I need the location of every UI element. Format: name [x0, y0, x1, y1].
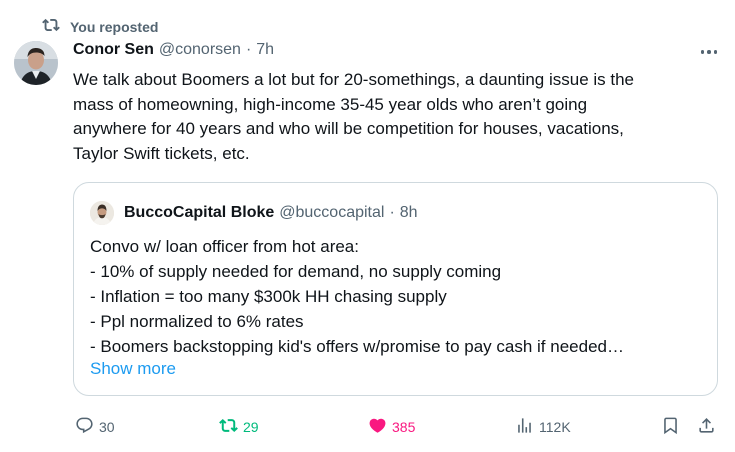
separator: ·: [245, 41, 252, 58]
quoted-text: Convo w/ loan officer from hot area: - 1…: [90, 237, 624, 356]
repost-indicator: You reposted: [42, 16, 158, 37]
repost-count: 29: [243, 419, 259, 435]
show-more-link[interactable]: Show more: [90, 359, 176, 379]
tweet-header: Conor Sen @conorsen · 7h: [73, 41, 274, 59]
tweet-time[interactable]: 7h: [256, 41, 274, 59]
heart-icon: [368, 416, 387, 438]
quoted-tweet[interactable]: BuccoCapital Bloke @buccocapital · 8h Co…: [73, 182, 718, 396]
quoted-author-name[interactable]: BuccoCapital Bloke: [124, 204, 274, 222]
author-handle[interactable]: @conorsen: [159, 41, 241, 59]
bookmark-icon: [661, 416, 680, 438]
views-icon: [515, 416, 534, 438]
more-options-icon[interactable]: [697, 42, 721, 62]
repost-icon: [42, 16, 60, 37]
author-name[interactable]: Conor Sen: [73, 41, 154, 59]
quoted-header: BuccoCapital Bloke @buccocapital · 8h: [124, 204, 418, 222]
share-button[interactable]: [697, 416, 716, 438]
reply-button[interactable]: 30: [75, 416, 115, 438]
repost-label: You reposted: [70, 18, 159, 35]
bookmark-button[interactable]: [661, 416, 680, 438]
like-count: 385: [392, 419, 416, 435]
share-icon: [697, 416, 716, 438]
quoted-time[interactable]: 8h: [400, 204, 418, 222]
reply-count: 30: [99, 419, 115, 435]
views-count: 112K: [539, 419, 571, 435]
quoted-separator: ·: [389, 204, 395, 221]
repost-button[interactable]: 29: [219, 416, 259, 438]
repost-active-icon: [219, 416, 238, 438]
views-button[interactable]: 112K: [515, 416, 571, 438]
like-button[interactable]: 385: [368, 416, 415, 438]
reply-icon: [75, 416, 94, 438]
quoted-author-handle[interactable]: @buccocapital: [279, 204, 384, 222]
quoted-avatar[interactable]: [90, 201, 114, 225]
tweet-text: We talk about Boomers a lot but for 20-s…: [73, 70, 634, 163]
avatar[interactable]: [14, 41, 58, 85]
